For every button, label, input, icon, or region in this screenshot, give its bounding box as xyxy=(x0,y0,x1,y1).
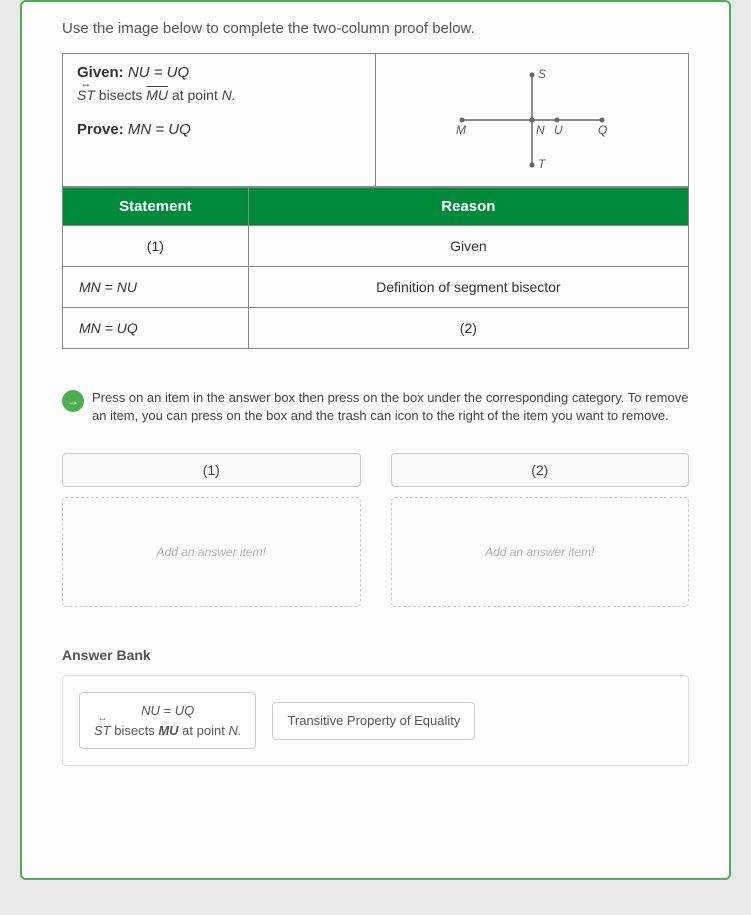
drop-col-1: (1) Add an answer item! xyxy=(62,453,361,607)
label-t: T xyxy=(538,157,547,171)
answer-bank: NU = UQ ST bisects MU at point N. Transi… xyxy=(62,675,689,766)
table-row: (1) Given xyxy=(63,226,689,267)
label-u: U xyxy=(554,123,563,137)
given-bisect: ST bisects MU at point N. xyxy=(77,87,361,103)
cell-statement: MN = NU xyxy=(63,267,249,308)
cell-reason: Given xyxy=(248,226,688,267)
drop-col-2: (2) Add an answer item! xyxy=(391,453,690,607)
answer-bank-title: Answer Bank xyxy=(62,647,689,663)
mu-text: MU xyxy=(158,723,178,738)
cell-reason: (2) xyxy=(248,308,688,349)
proof-table: Statement Reason (1) Given MN = NU Defin… xyxy=(62,187,689,349)
given-statement: NU = UQ xyxy=(128,64,189,81)
prove-statement: MN = UQ xyxy=(128,121,191,138)
st-segment: ST xyxy=(94,721,111,741)
bank-item-given[interactable]: NU = UQ ST bisects MU at point N. xyxy=(79,692,256,749)
hint-icon: → xyxy=(62,390,84,412)
hint-text: Press on an item in the answer box then … xyxy=(92,389,689,425)
col-header-reason: Reason xyxy=(248,188,688,226)
bank-item-line2: ST bisects MU at point N. xyxy=(94,721,241,741)
label-n: N xyxy=(536,123,545,137)
question-card: Use the image below to complete the two-… xyxy=(20,0,731,880)
prove-label: Prove: xyxy=(77,121,124,138)
drop-zone-1[interactable]: Add an answer item! xyxy=(62,497,361,607)
bank-item-transitive[interactable]: Transitive Property of Equality xyxy=(272,702,475,740)
bisect-word: bisects xyxy=(99,87,146,103)
col-header-statement: Statement xyxy=(63,188,249,226)
given-prove-block: Given: NU = UQ ST bisects MU at point N.… xyxy=(62,53,689,187)
bisect-rest: at point xyxy=(172,87,222,103)
cell-statement: (1) xyxy=(63,226,249,267)
drop-zone-2[interactable]: Add an answer item! xyxy=(391,497,690,607)
mu-segment: MU xyxy=(146,87,168,103)
label-s: S xyxy=(538,67,546,81)
table-row: MN = NU Definition of segment bisector xyxy=(63,267,689,308)
st-segment: ST xyxy=(77,87,95,103)
drop-header-2[interactable]: (2) xyxy=(391,453,690,487)
cell-statement: MN = UQ xyxy=(63,308,249,349)
bank-item-line1: NU = UQ xyxy=(94,701,241,721)
label-q: Q xyxy=(598,123,607,137)
hint-block: → Press on an item in the answer box the… xyxy=(62,389,689,425)
instruction-text: Use the image below to complete the two-… xyxy=(62,20,689,37)
cell-reason: Definition of segment bisector xyxy=(248,267,688,308)
proof-diagram: S M N U Q T xyxy=(432,60,632,180)
prove-line: Prove: MN = UQ xyxy=(77,121,361,138)
given-line: Given: NU = UQ xyxy=(77,64,361,81)
diagram-cell: S M N U Q T xyxy=(376,54,689,186)
drop-header-1[interactable]: (1) xyxy=(62,453,361,487)
point-n: N. xyxy=(222,87,236,103)
drop-zones-row: (1) Add an answer item! (2) Add an answe… xyxy=(62,453,689,607)
label-m: M xyxy=(456,123,466,137)
given-prove-text: Given: NU = UQ ST bisects MU at point N.… xyxy=(63,54,376,186)
table-row: MN = UQ (2) xyxy=(63,308,689,349)
